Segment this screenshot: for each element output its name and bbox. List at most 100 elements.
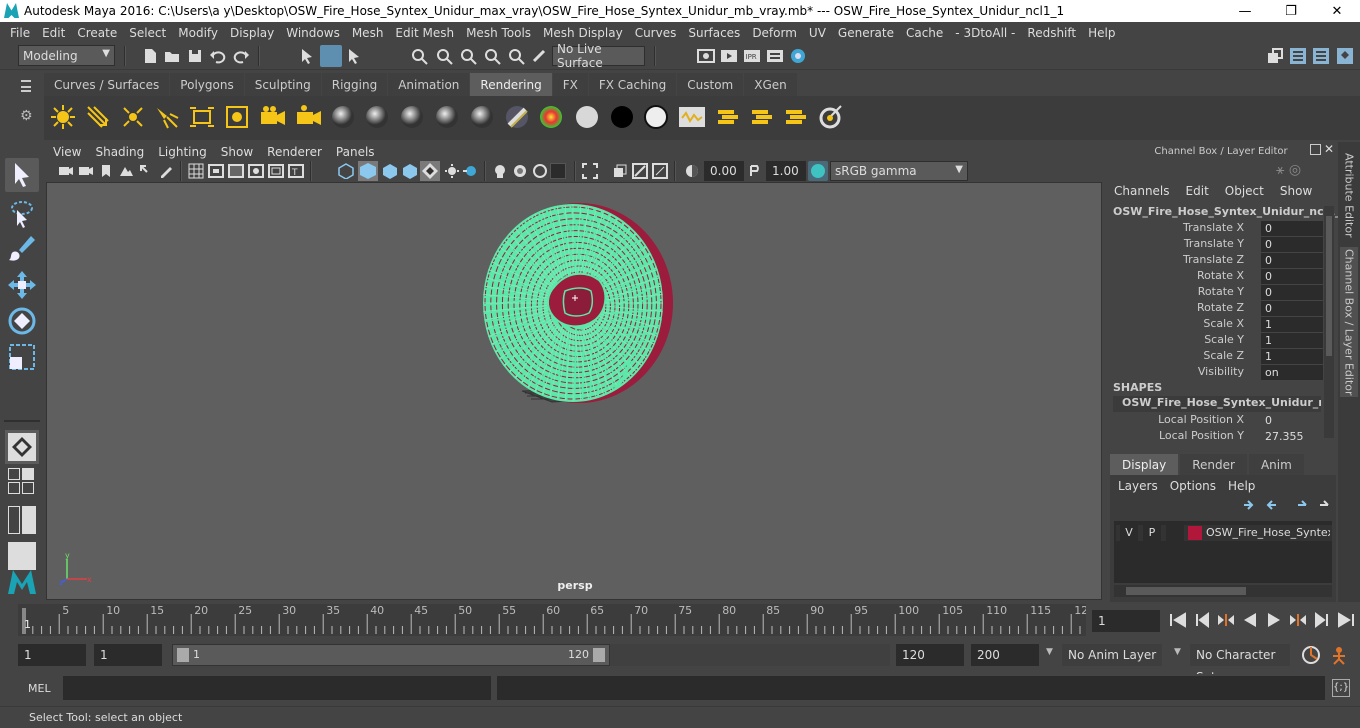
tab-animation[interactable]: Animation bbox=[388, 73, 470, 96]
select-hierarchy-icon[interactable] bbox=[299, 47, 317, 65]
frame-all-icon[interactable] bbox=[582, 163, 598, 179]
close-panel-icon[interactable]: ✕ bbox=[1324, 142, 1336, 156]
shadows-icon[interactable] bbox=[444, 163, 460, 179]
redo-icon[interactable] bbox=[232, 47, 250, 65]
single-perspective-view-button[interactable] bbox=[5, 430, 39, 464]
panel-menu-shading[interactable]: Shading bbox=[88, 145, 151, 159]
frame-selected-icon[interactable] bbox=[612, 163, 628, 179]
show-menu[interactable]: Show bbox=[1272, 184, 1320, 198]
animation-start-field[interactable]: 1 bbox=[18, 644, 86, 666]
character-set-dropdown[interactable]: No Character Set bbox=[1190, 644, 1290, 684]
material-phonge-icon[interactable] bbox=[434, 104, 460, 130]
open-scene-icon[interactable] bbox=[163, 47, 181, 65]
shape-name[interactable]: OSW_Fire_Hose_Syntex_Unidur_ncl1... bbox=[1113, 396, 1321, 412]
layer-playback-toggle[interactable]: P bbox=[1143, 525, 1161, 541]
menu-mesh-tools[interactable]: Mesh Tools bbox=[460, 26, 537, 40]
channel-row-local-position-x[interactable]: Local Position X 0 bbox=[1106, 413, 1326, 429]
tab-fx-caching[interactable]: FX Caching bbox=[588, 73, 677, 96]
select-camera-icon[interactable] bbox=[58, 163, 74, 179]
mel-input[interactable] bbox=[63, 676, 491, 700]
exposure-icon[interactable] bbox=[684, 163, 700, 179]
minimize-button[interactable]: — bbox=[1222, 0, 1268, 22]
ipr-render-icon[interactable]: IPR bbox=[743, 47, 761, 65]
image-plane-icon[interactable] bbox=[118, 163, 134, 179]
select-objects-button[interactable] bbox=[320, 45, 342, 67]
step-forward-icon[interactable] bbox=[1312, 611, 1332, 629]
live-surface-field[interactable]: No Live Surface bbox=[552, 42, 645, 70]
2d-pan-zoom-icon[interactable] bbox=[138, 163, 154, 179]
render-settings-icon[interactable] bbox=[766, 47, 784, 65]
channel-row-translate-z[interactable]: Translate Z 0 bbox=[1106, 253, 1326, 269]
wireframe-icon[interactable] bbox=[338, 163, 354, 179]
resolution-gate-icon[interactable] bbox=[228, 163, 244, 179]
shelf-settings-gear-icon[interactable]: ⚙ bbox=[20, 108, 36, 124]
channel-box-toggle-icon[interactable] bbox=[1336, 47, 1354, 65]
channel-value-field[interactable]: 0 bbox=[1261, 301, 1323, 316]
exposure-toggle-icon[interactable] bbox=[632, 163, 648, 179]
tab-curves-surfaces[interactable]: Curves / Surfaces bbox=[44, 73, 170, 96]
move-tool-button[interactable] bbox=[5, 268, 39, 302]
go-to-end-icon[interactable] bbox=[1336, 611, 1356, 629]
snap-grid-icon[interactable] bbox=[410, 47, 428, 65]
show-batch-icon[interactable] bbox=[782, 104, 810, 130]
area-light-icon[interactable] bbox=[189, 104, 215, 130]
tab-xgen[interactable]: XGen bbox=[744, 73, 797, 96]
menu-curves[interactable]: Curves bbox=[629, 26, 683, 40]
channels-menu[interactable]: Channels bbox=[1108, 184, 1178, 198]
menu-help[interactable]: Help bbox=[1082, 26, 1121, 40]
modeling-toolkit-icon[interactable] bbox=[1266, 47, 1284, 65]
persp-outliner-layout-button[interactable] bbox=[22, 506, 36, 534]
camera-attributes-icon[interactable] bbox=[78, 163, 94, 179]
tab-rigging[interactable]: Rigging bbox=[321, 73, 388, 96]
channel-row-translate-y[interactable]: Translate Y 0 bbox=[1106, 237, 1326, 253]
channel-row-scale-z[interactable]: Scale Z 1 bbox=[1106, 349, 1326, 365]
menu-select[interactable]: Select bbox=[123, 26, 172, 40]
field-chart-icon[interactable] bbox=[268, 163, 284, 179]
gate-mask-icon[interactable] bbox=[248, 163, 264, 179]
channel-value-field[interactable]: 1 bbox=[1261, 333, 1323, 348]
material-phong-icon[interactable] bbox=[399, 104, 425, 130]
menu-redshift[interactable]: Redshift bbox=[1021, 26, 1082, 40]
use-all-lights-button[interactable] bbox=[420, 161, 440, 181]
anim-layer-dropdown[interactable]: No Anim Layer bbox=[1062, 644, 1162, 666]
time-slider[interactable]: 5 10 15 20 25 30 35 40 45 50 55 60 65 70 75 80 85 90 95 100… bbox=[18, 604, 1088, 636]
wireframe-on-shaded-icon[interactable] bbox=[382, 163, 398, 179]
panel-menu-view[interactable]: View bbox=[46, 145, 88, 159]
volume-light-icon[interactable] bbox=[224, 104, 250, 130]
render-diagnostics-icon[interactable] bbox=[818, 104, 846, 130]
menu-mesh-display[interactable]: Mesh Display bbox=[537, 26, 629, 40]
menu-windows[interactable]: Windows bbox=[280, 26, 346, 40]
tab-rendering[interactable]: Rendering bbox=[470, 73, 552, 96]
playback-start-field[interactable]: 1 bbox=[94, 644, 162, 666]
render-layer-icon[interactable] bbox=[678, 104, 706, 130]
batch-render-icon[interactable] bbox=[714, 104, 742, 130]
safe-action-icon[interactable]: T bbox=[288, 163, 304, 179]
channel-value-field[interactable]: 0 bbox=[1261, 285, 1323, 300]
layer-tab-display[interactable]: Display bbox=[1110, 454, 1179, 476]
directional-light-icon[interactable] bbox=[85, 104, 111, 130]
exposure-field[interactable]: 0.00 bbox=[704, 161, 744, 181]
channel-row-local-position-y[interactable]: Local Position Y 27.355 bbox=[1106, 429, 1326, 445]
mel-label[interactable]: MEL bbox=[28, 682, 51, 695]
menu-3dtoall[interactable]: - 3DtoAll - bbox=[949, 26, 1021, 40]
material-anisotropic-icon[interactable] bbox=[469, 104, 495, 130]
lasso-tool-button[interactable] bbox=[5, 196, 39, 230]
channel-row-rotate-x[interactable]: Rotate X 0 bbox=[1106, 269, 1326, 285]
script-editor-icon[interactable]: {;} bbox=[1332, 679, 1350, 697]
layers-menu[interactable]: Layers bbox=[1118, 479, 1170, 493]
attribute-editor-tab[interactable]: Attribute Editor bbox=[1340, 150, 1358, 240]
render-frame-icon[interactable] bbox=[720, 47, 738, 65]
menu-deform[interactable]: Deform bbox=[746, 26, 803, 40]
play-backward-icon[interactable] bbox=[1240, 611, 1260, 629]
menu-create[interactable]: Create bbox=[71, 26, 123, 40]
mode-selector[interactable]: Modeling ▼ bbox=[18, 45, 115, 66]
current-frame-field[interactable]: 1 bbox=[1092, 610, 1160, 632]
playback-end-field[interactable]: 120 bbox=[896, 644, 964, 666]
layer-display-type[interactable] bbox=[1166, 525, 1184, 541]
rotate-tool-button[interactable] bbox=[5, 304, 39, 338]
panel-menu-renderer[interactable]: Renderer bbox=[260, 145, 329, 159]
tab-sculpting[interactable]: Sculpting bbox=[244, 73, 321, 96]
layer-options-menu[interactable]: Options bbox=[1170, 479, 1228, 493]
channel-box-options-icon[interactable]: ⚹ ◎ bbox=[1276, 162, 1301, 178]
layer-visibility-toggle[interactable]: V bbox=[1120, 525, 1138, 541]
